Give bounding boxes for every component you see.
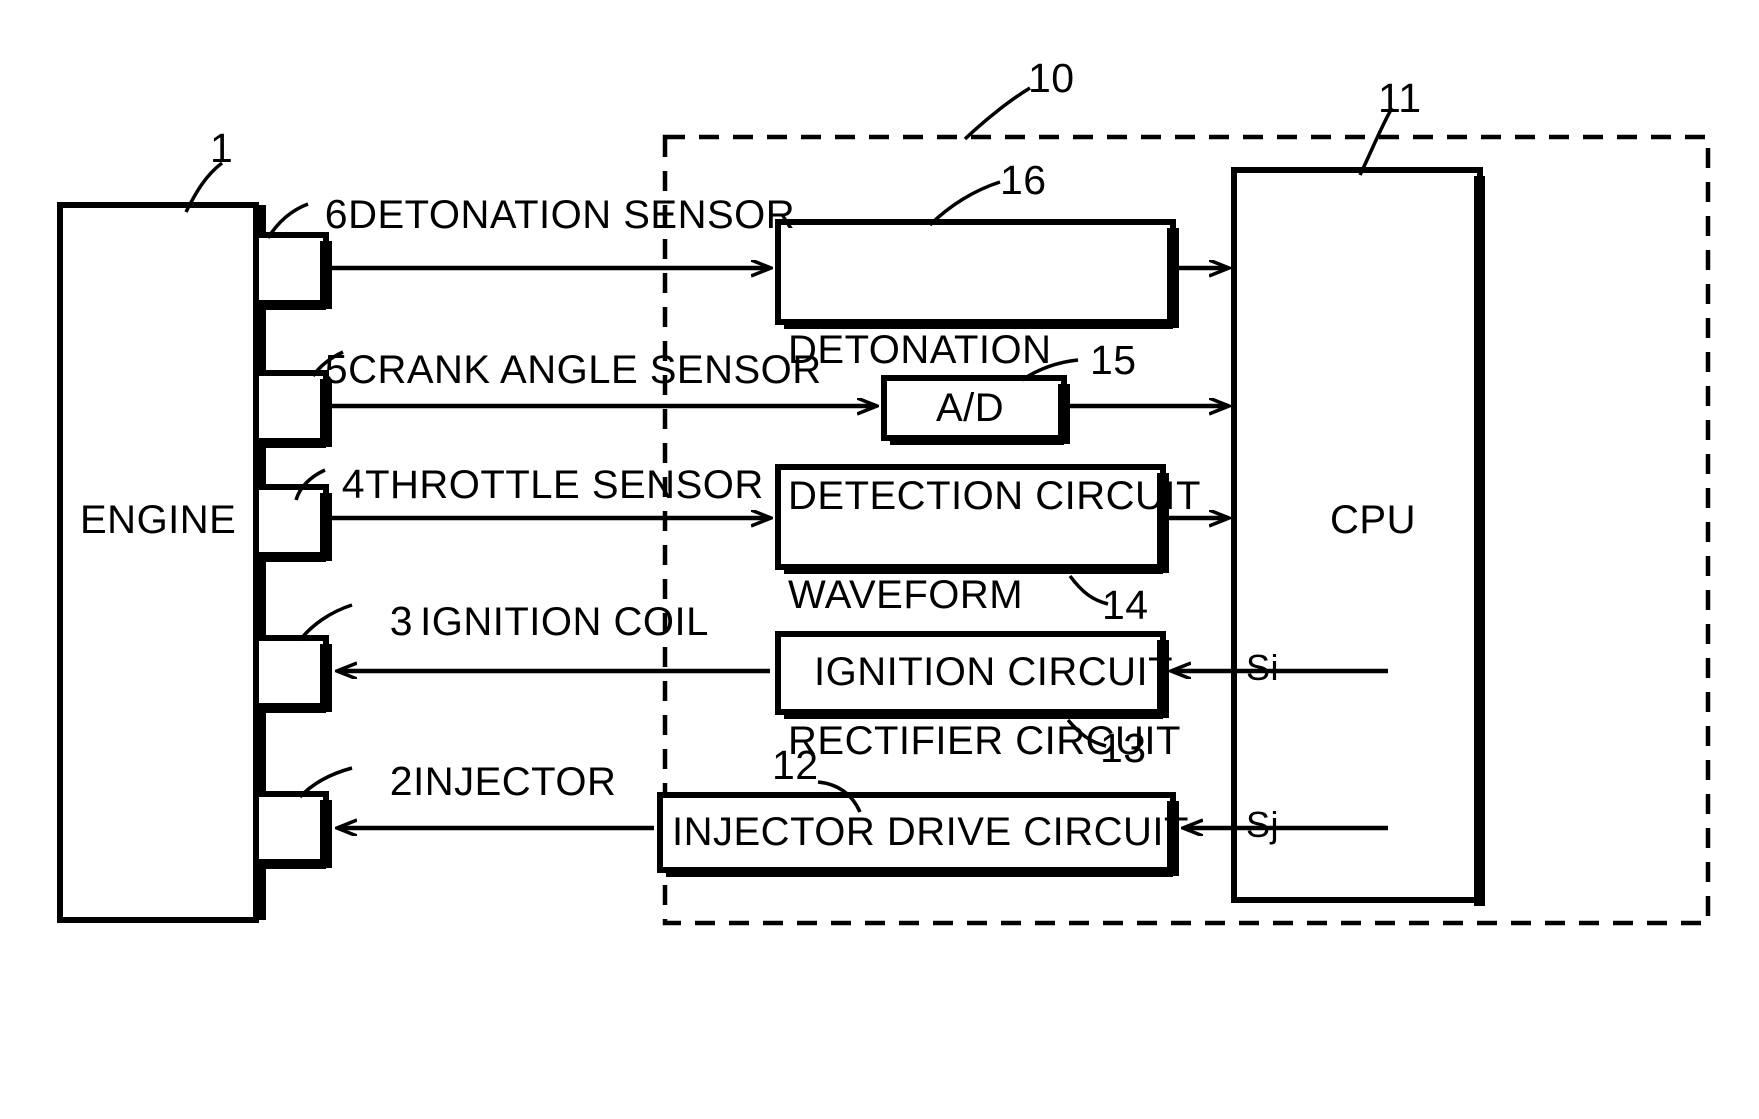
ref-1: 1 <box>210 125 234 171</box>
sensor-label-throttle: 4THROTTLE SENSOR <box>322 448 764 521</box>
sensor-label-injector: 2INJECTOR <box>370 745 616 818</box>
detonation-detection-circuit-line1: DETONATION <box>788 327 1052 372</box>
ref-4: 4 <box>341 461 366 507</box>
sensor-name-ignition-coil: IGNITION COIL <box>420 600 709 644</box>
leader-10 <box>963 86 1031 141</box>
waveform-rectifier-circuit-line1: WAVEFORM <box>788 572 1024 617</box>
injector-drive-circuit-label: INJECTOR DRIVE CIRCUIT <box>672 810 1189 854</box>
leader-16 <box>928 180 1001 227</box>
ref-3: 3 <box>389 598 414 644</box>
sensor-stub-ignition-coil <box>253 635 332 713</box>
ref-2: 2 <box>389 758 414 804</box>
engine-label: ENGINE <box>80 498 237 542</box>
cpu-label: CPU <box>1330 498 1416 542</box>
ignition-circuit-label: IGNITION CIRCUIT <box>814 650 1174 694</box>
engine-block <box>57 202 266 923</box>
ref-10: 10 <box>1028 55 1075 101</box>
sensor-label-detonation: 6DETONATION SENSOR <box>305 178 795 251</box>
ref-11: 11 <box>1378 75 1422 121</box>
sensor-stub-throttle <box>253 484 332 562</box>
ref-16: 16 <box>1000 157 1047 203</box>
ad-converter-label: A/D <box>936 386 1005 430</box>
sensor-label-crank-angle: 5CRANK ANGLE SENSOR <box>305 333 822 406</box>
sensor-label-ignition-coil: 3 IGNITION COIL <box>370 585 709 658</box>
ref-6: 6 <box>324 191 349 237</box>
ref-15: 15 <box>1090 337 1137 383</box>
sensor-stub-injector <box>253 791 332 869</box>
signal-label-si: Si <box>1246 647 1280 688</box>
signal-label-sj: Sj <box>1246 804 1280 845</box>
sensor-name-crank-angle: CRANK ANGLE SENSOR <box>348 348 822 392</box>
ref-12: 12 <box>772 742 819 788</box>
sensor-name-injector: INJECTOR <box>413 760 617 804</box>
ref-5: 5 <box>324 346 349 392</box>
ref-13: 13 <box>1100 725 1147 771</box>
figure-canvas: 1 ENGINE 10 11 CPU 6DETONATION SENSOR 5C… <box>0 0 1759 1119</box>
sensor-name-detonation: DETONATION SENSOR <box>348 193 796 237</box>
leader-3 <box>298 603 353 642</box>
sensor-name-throttle: THROTTLE SENSOR <box>365 463 764 507</box>
